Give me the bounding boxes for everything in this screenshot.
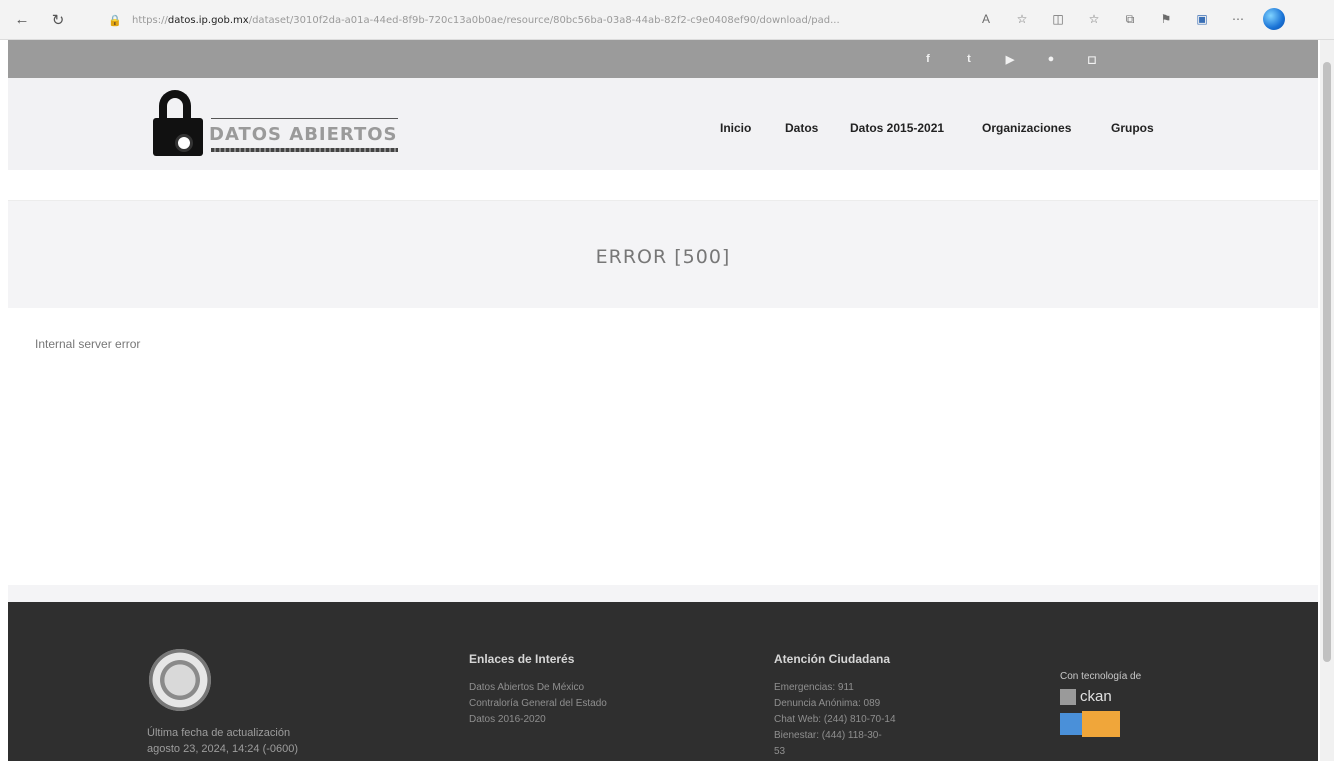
error-message: Internal server error — [35, 337, 141, 351]
magnifier-icon — [175, 134, 193, 152]
footer-link[interactable]: Datos Abiertos De México — [469, 680, 607, 696]
social-links: f t ▶ ● ◻ — [920, 51, 1100, 67]
browser-actions: A ☆ ◫ ☆ ⧉ ⚑ ▣ ⋯ — [975, 8, 1285, 30]
nav-grupos[interactable]: Grupos — [1111, 121, 1154, 135]
browser-toolbar: ← ↻ 🔒 https:// datos.ip.gob.mx /dataset/… — [0, 0, 1334, 40]
content-divider — [8, 585, 1318, 602]
youtube-icon[interactable]: ▶ — [1002, 51, 1018, 67]
ckan-logo[interactable]: ckan — [1060, 688, 1141, 705]
split-screen-icon[interactable]: ◫ — [1047, 8, 1069, 30]
reload-icon[interactable]: ↻ — [44, 6, 72, 34]
extension-icon[interactable]: ⚑ — [1155, 8, 1177, 30]
url-path: /dataset/3010f2da-a01a-44ed-8f9b-720c13a… — [248, 14, 840, 26]
powered-by: Con tecnología de ckan — [1060, 671, 1141, 737]
lock-icon: 🔒 — [108, 13, 122, 27]
logo-text: DATOS ABIERTOS — [209, 124, 398, 145]
web-page: f t ▶ ● ◻ DATOS ABIERTOS Inicio Datos Da… — [8, 40, 1318, 761]
page-scrollbar[interactable] — [1320, 40, 1334, 761]
contact-item: Chat Web: (244) 810-70-14 — [774, 714, 896, 725]
datos-abiertos-logo[interactable]: DATOS ABIERTOS — [153, 90, 398, 160]
open-data-badge-icon[interactable] — [1060, 711, 1120, 737]
facebook-icon[interactable]: f — [920, 51, 936, 67]
favorite-star-icon[interactable]: ☆ — [1011, 8, 1033, 30]
footer-link[interactable]: Datos 2016-2020 — [469, 712, 607, 728]
footer-link[interactable]: Contraloría General del Estado — [469, 696, 607, 712]
logo-tagline — [211, 148, 398, 152]
scrollbar-thumb[interactable] — [1323, 62, 1331, 662]
nav-datos-2015-2021[interactable]: Datos 2015-2021 — [850, 121, 944, 135]
contact-item: 53 — [774, 746, 786, 757]
favorites-icon[interactable]: ☆ — [1083, 8, 1105, 30]
address-bar[interactable]: 🔒 https:// datos.ip.gob.mx /dataset/3010… — [108, 9, 968, 31]
contact-item: Denuncia Anónima: 089 — [774, 698, 881, 709]
footer-contact-heading: Atención Ciudadana — [774, 652, 891, 666]
more-menu-icon[interactable]: ⋯ — [1227, 8, 1249, 30]
state-seal-icon — [149, 649, 211, 711]
ckan-text: ckan — [1080, 688, 1112, 705]
collections-icon[interactable]: ⧉ — [1119, 8, 1141, 30]
nav-inicio[interactable]: Inicio — [720, 121, 751, 135]
social-bar: f t ▶ ● ◻ — [8, 40, 1318, 78]
last-update-date: agosto 23, 2024, 14:24 (-0600) — [147, 743, 299, 755]
contact-item: Emergencias: 911 — [774, 682, 854, 693]
logo-rule — [211, 118, 398, 119]
footer-links-heading: Enlaces de Interés — [469, 652, 575, 666]
powered-by-label: Con tecnología de — [1060, 671, 1142, 682]
url-prefix: https:// — [132, 14, 168, 26]
copilot-icon[interactable] — [1263, 8, 1285, 30]
last-update: Última fecha de actualización agosto 23,… — [147, 725, 347, 757]
ckan-icon — [1060, 688, 1076, 705]
badge-right — [1082, 711, 1120, 737]
site-header: DATOS ABIERTOS Inicio Datos Datos 2015-2… — [8, 78, 1318, 170]
footer-links: Enlaces de Interés Datos Abiertos De Méx… — [469, 652, 607, 728]
instagram-icon[interactable]: ◻ — [1084, 51, 1100, 67]
error-title: ERROR [500] — [595, 246, 731, 268]
site-footer: Última fecha de actualización agosto 23,… — [8, 602, 1318, 761]
profile-icon[interactable]: ▣ — [1191, 8, 1213, 30]
footer-contact: Atención Ciudadana Emergencias: 911 Denu… — [774, 652, 896, 760]
read-aloud-icon[interactable]: A — [975, 8, 997, 30]
contact-item: Bienestar: (444) 118-30- — [774, 730, 882, 741]
flickr-icon[interactable]: ● — [1043, 51, 1059, 67]
back-arrow-icon[interactable]: ← — [8, 6, 36, 34]
error-banner: ERROR [500] — [8, 200, 1318, 308]
twitter-icon[interactable]: t — [961, 51, 977, 67]
last-update-label: Última fecha de actualización — [147, 727, 291, 739]
nav-datos[interactable]: Datos — [785, 121, 818, 135]
nav-organizaciones[interactable]: Organizaciones — [982, 121, 1071, 135]
url-host: datos.ip.gob.mx — [167, 14, 249, 26]
